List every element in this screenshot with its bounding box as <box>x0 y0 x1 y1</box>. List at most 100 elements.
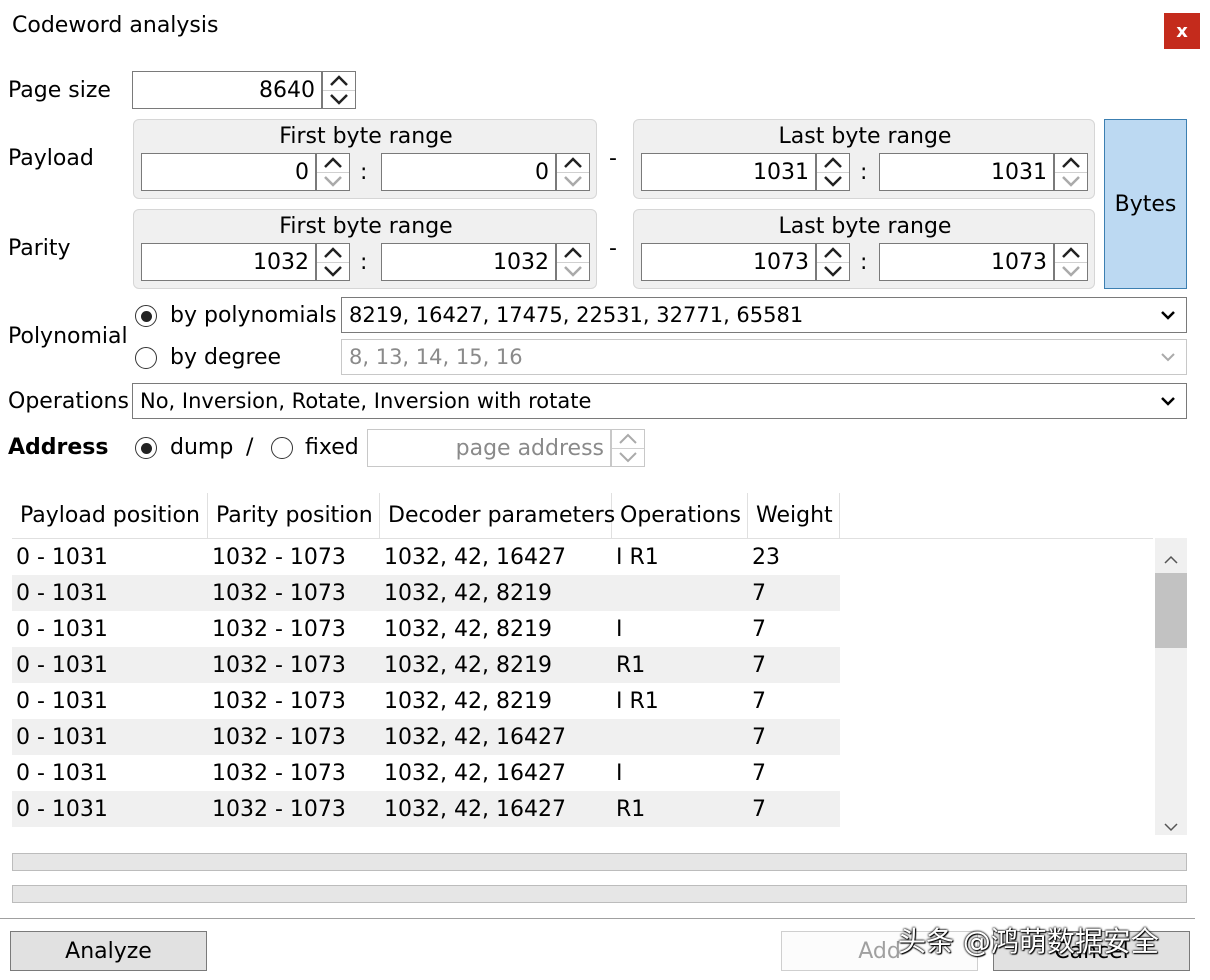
dump-label[interactable]: dump <box>170 437 233 459</box>
table-body: 0 - 1031 1032 - 1073 1032, 42, 16427 I R1 23… <box>12 539 1187 827</box>
table-cell: 1032, 42, 8219 <box>380 647 612 683</box>
parity-last-from-stepper[interactable] <box>816 243 850 281</box>
operations-value: No, Inversion, Rotate, Inversion with ro… <box>140 389 592 413</box>
payload-last-to-input[interactable]: 1031 <box>879 153 1054 191</box>
parity-first-from-stepper[interactable] <box>316 243 350 281</box>
group-title: Last byte range <box>778 124 952 149</box>
spin-up-icon[interactable] <box>323 72 355 91</box>
table-row[interactable]: 0 - 1031 1032 - 1073 1032, 42, 16427 I 7 <box>12 755 840 791</box>
table-row[interactable]: 0 - 1031 1032 - 1073 1032, 42, 16427 7 <box>12 719 840 755</box>
table-row[interactable]: 0 - 1031 1032 - 1073 1032, 42, 8219 I R1 7 <box>12 683 840 719</box>
parity-last-range-group: Last byte range 1073 : 1073 <box>633 209 1095 289</box>
payload-last-from-input[interactable]: 1031 <box>641 153 816 191</box>
results-table: Payload position Parity position Decoder… <box>12 493 1187 835</box>
column-header-parity-position[interactable]: Parity position <box>208 493 380 538</box>
spin-up-icon[interactable] <box>317 244 349 263</box>
table-row[interactable]: 0 - 1031 1032 - 1073 1032, 42, 16427 R1 7 <box>12 791 840 827</box>
table-cell: 1032 - 1073 <box>212 544 346 570</box>
spin-down-icon[interactable] <box>317 173 349 191</box>
column-header-decoder-parameters[interactable]: Decoder parameters <box>380 493 615 538</box>
spin-down-icon[interactable] <box>317 263 349 281</box>
address-separator: / <box>246 435 254 460</box>
spin-down-icon[interactable] <box>557 263 589 281</box>
spin-up-icon[interactable] <box>1055 154 1087 173</box>
analyze-button[interactable]: Analyze <box>10 931 207 971</box>
spin-up-icon[interactable] <box>557 154 589 173</box>
bytes-button[interactable]: Bytes <box>1104 119 1187 289</box>
spin-down-icon[interactable] <box>817 173 849 191</box>
table-cell: 1032 - 1073 <box>212 688 346 714</box>
spin-down-icon[interactable] <box>817 263 849 281</box>
table-cell <box>612 575 748 611</box>
table-cell: I R1 <box>616 544 659 570</box>
table-row[interactable]: 0 - 1031 1032 - 1073 1032, 42, 8219 R1 7 <box>12 647 840 683</box>
spin-down-icon[interactable] <box>1055 263 1087 281</box>
window-title: Codeword analysis <box>12 13 219 38</box>
scroll-thumb[interactable] <box>1155 573 1187 648</box>
parity-first-from-input[interactable]: 1032 <box>141 243 316 281</box>
table-cell: 1032, 42, 16427 <box>380 791 612 827</box>
parity-last-to-stepper[interactable] <box>1054 243 1088 281</box>
column-header-operations[interactable]: Operations <box>612 493 748 538</box>
parity-last-from-input[interactable]: 1073 <box>641 243 816 281</box>
spin-down-icon[interactable] <box>557 173 589 191</box>
watermark: 头条 @鸿萌数据安全 <box>898 925 1159 958</box>
by-degree-label[interactable]: by degree <box>170 347 281 369</box>
parity-first-to-input[interactable]: 1032 <box>381 243 556 281</box>
payload-first-to-input[interactable]: 0 <box>381 153 556 191</box>
page-address-stepper <box>611 429 645 467</box>
payload-first-to-stepper[interactable] <box>556 153 590 191</box>
payload-first-from-input[interactable]: 0 <box>141 153 316 191</box>
dump-radio[interactable] <box>135 437 157 459</box>
table-cell: 0 - 1031 <box>12 647 208 683</box>
column-header-weight[interactable]: Weight <box>748 493 840 538</box>
table-row[interactable]: 0 - 1031 1032 - 1073 1032, 42, 8219 I 7 <box>12 611 840 647</box>
page-size-input[interactable]: 8640 <box>132 71 322 109</box>
spin-up-icon[interactable] <box>557 244 589 263</box>
spin-down-icon[interactable] <box>1055 173 1087 191</box>
table-cell: 1032, 42, 8219 <box>380 575 612 611</box>
group-title: First byte range <box>279 124 453 149</box>
table-row[interactable]: 0 - 1031 1032 - 1073 1032, 42, 16427 I R1 23 <box>12 539 840 575</box>
table-cell: 0 - 1031 <box>16 688 108 714</box>
chevron-down-icon <box>1161 311 1175 320</box>
range-colon: : <box>860 250 868 275</box>
parity-last-to-input[interactable]: 1073 <box>879 243 1054 281</box>
spin-up-icon[interactable] <box>817 244 849 263</box>
polynomials-select[interactable]: 8219, 16427, 17475, 22531, 32771, 65581 <box>341 297 1187 333</box>
spin-down-icon[interactable] <box>323 91 355 109</box>
scroll-down-icon[interactable] <box>1163 813 1179 838</box>
parity-first-to-stepper[interactable] <box>556 243 590 281</box>
scroll-up-icon[interactable] <box>1163 546 1179 571</box>
operations-select[interactable]: No, Inversion, Rotate, Inversion with ro… <box>132 383 1187 419</box>
spin-up-icon[interactable] <box>817 154 849 173</box>
by-polynomials-radio[interactable] <box>135 305 157 327</box>
by-degree-radio[interactable] <box>135 347 157 369</box>
table-cell: 7 <box>752 616 766 642</box>
table-row[interactable]: 0 - 1031 1032 - 1073 1032, 42, 8219 7 <box>12 575 840 611</box>
table-cell: 1032 - 1073 <box>208 719 380 755</box>
spin-up-icon <box>612 430 644 449</box>
by-polynomials-label[interactable]: by polynomials <box>170 305 337 327</box>
column-header-payload-position[interactable]: Payload position <box>12 493 208 538</box>
fixed-label[interactable]: fixed <box>305 437 359 459</box>
table-cell: I <box>616 760 623 786</box>
page-size-stepper[interactable] <box>322 71 356 109</box>
table-vertical-scrollbar[interactable] <box>1155 538 1187 835</box>
fixed-radio[interactable] <box>271 437 293 459</box>
close-button[interactable]: x <box>1164 13 1200 49</box>
table-cell: 0 - 1031 <box>12 719 208 755</box>
table-header: Payload position Parity position Decoder… <box>12 493 1153 539</box>
chevron-down-icon <box>1161 353 1175 362</box>
degree-value: 8, 13, 14, 15, 16 <box>349 345 523 369</box>
table-cell: 7 <box>748 719 840 755</box>
range-dash: - <box>609 236 617 261</box>
payload-last-to-stepper[interactable] <box>1054 153 1088 191</box>
close-icon: x <box>1176 20 1188 42</box>
progress-bar-1 <box>12 853 1187 871</box>
spin-up-icon[interactable] <box>1055 244 1087 263</box>
payload-first-from-stepper[interactable] <box>316 153 350 191</box>
spin-up-icon[interactable] <box>317 154 349 173</box>
table-cell: R1 <box>612 791 748 827</box>
payload-last-from-stepper[interactable] <box>816 153 850 191</box>
